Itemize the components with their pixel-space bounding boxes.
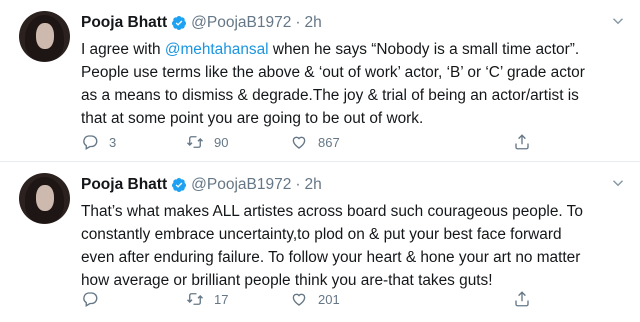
chevron-down-icon[interactable] (609, 12, 627, 30)
tweet-actions: 17 201 (81, 288, 541, 310)
tweet-text-line: constantly embrace uncertainty,to plod o… (81, 226, 562, 243)
verified-badge-icon (172, 178, 187, 192)
retweet-button[interactable]: 17 (186, 288, 228, 310)
reply-button[interactable] (81, 288, 109, 310)
share-button[interactable] (513, 131, 531, 153)
avatar[interactable] (19, 11, 70, 62)
retweet-count: 17 (214, 291, 229, 307)
tweet-text-line: I agree with @mehtahansal when he says “… (81, 41, 580, 58)
user-handle[interactable]: @PoojaB1972 (191, 14, 291, 32)
reply-icon (83, 135, 98, 150)
share-icon (515, 291, 529, 307)
tweet-text-line: that at some point you are going to be o… (81, 110, 424, 127)
tweet[interactable]: Pooja Bhatt @PoojaB1972 · 2h That’s what… (0, 162, 640, 322)
share-button[interactable] (513, 288, 531, 310)
like-button[interactable]: 201 (290, 288, 340, 310)
heart-icon (292, 293, 306, 306)
user-handle[interactable]: @PoojaB1972 (191, 176, 291, 194)
verified-badge-icon (172, 16, 187, 30)
chevron-down-icon[interactable] (609, 174, 627, 192)
mention-link[interactable]: @mehtahansal (165, 41, 269, 58)
retweet-button[interactable]: 90 (186, 131, 228, 153)
avatar[interactable] (19, 173, 70, 224)
separator-dot: · (295, 14, 301, 31)
tweet-header: Pooja Bhatt @PoojaB1972 · 2h (81, 12, 322, 34)
tweet-text-line: That’s what makes ALL artistes across bo… (81, 203, 583, 220)
tweet-text-line: even after enduring failure. To follow y… (81, 249, 581, 266)
timestamp[interactable]: 2h (305, 14, 322, 32)
tweet-actions: 3 90 867 (81, 131, 541, 153)
like-count: 201 (318, 291, 340, 307)
tweet-header: Pooja Bhatt @PoojaB1972 · 2h (81, 174, 322, 196)
like-button[interactable]: 867 (290, 131, 340, 153)
tweet[interactable]: Pooja Bhatt @PoojaB1972 · 2h I agree wit… (0, 0, 640, 162)
reply-button[interactable]: 3 (81, 131, 116, 153)
tweet-text-line: as a means to dismiss & degrade.The joy … (81, 87, 579, 104)
display-name[interactable]: Pooja Bhatt (81, 176, 167, 194)
retweet-count: 90 (214, 134, 229, 150)
tweet-text: I agree with @mehtahansal when he says “… (81, 38, 626, 130)
display-name[interactable]: Pooja Bhatt (81, 14, 167, 32)
timestamp[interactable]: 2h (305, 176, 322, 194)
tweet-text-line: People use terms like the above & ‘out o… (81, 64, 585, 81)
like-count: 867 (318, 134, 340, 150)
retweet-icon (187, 293, 203, 305)
reply-count: 3 (109, 134, 117, 150)
retweet-icon (187, 136, 203, 148)
tweet-text: That’s what makes ALL artistes across bo… (81, 200, 626, 292)
separator-dot: · (295, 176, 301, 193)
heart-icon (292, 136, 306, 149)
share-icon (515, 134, 529, 150)
reply-icon (83, 292, 98, 307)
